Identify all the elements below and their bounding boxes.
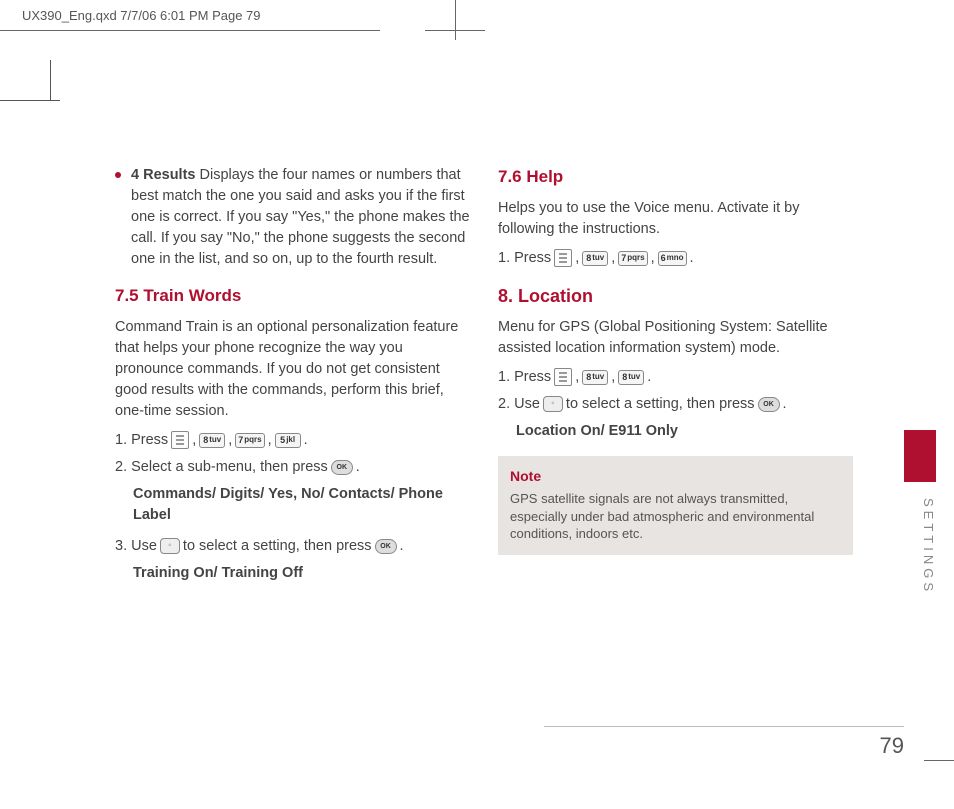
- step-text: .: [690, 248, 694, 269]
- key-5jkl-icon: jkl: [275, 433, 301, 448]
- key-8tuv-icon: tuv: [582, 251, 608, 266]
- crop-mark: [425, 30, 485, 31]
- key-8tuv-icon: tuv: [582, 370, 608, 385]
- step-8-2: 2. Use to select a setting, then press O…: [498, 394, 853, 415]
- key-6mno-icon: mno: [658, 251, 687, 266]
- section-tab-color: [904, 430, 936, 482]
- page-number: 79: [880, 733, 904, 759]
- step-text: ,: [611, 248, 615, 269]
- right-column: 7.6 Help Helps you to use the Voice menu…: [498, 165, 853, 594]
- step-text: ,: [611, 367, 615, 388]
- menu-key-icon: [554, 368, 572, 386]
- crop-mark: [50, 60, 51, 100]
- key-8tuv-icon: tuv: [199, 433, 225, 448]
- note-body: GPS satellite signals are not always tra…: [510, 490, 841, 543]
- step-text: 1. Press: [115, 430, 168, 451]
- bullet-title: 4 Results: [131, 167, 195, 183]
- step-text: ,: [268, 430, 272, 451]
- options-7-5-2: Commands/ Digits/ Yes, No/ Contacts/ Pho…: [133, 484, 470, 526]
- step-text: to select a setting, then press: [566, 394, 755, 415]
- step-text: 3. Use: [115, 536, 157, 557]
- menu-key-icon: [554, 249, 572, 267]
- step-text: 1. Press: [498, 367, 551, 388]
- step-7-5-3: 3. Use to select a setting, then press O…: [115, 536, 470, 557]
- heading-7-6: 7.6 Help: [498, 165, 853, 190]
- crop-mark: [0, 100, 60, 101]
- step-text: .: [356, 457, 360, 478]
- step-7-6-1: 1. Press , tuv , pqrs , mno .: [498, 248, 853, 269]
- para-8: Menu for GPS (Global Positioning System:…: [498, 317, 853, 359]
- step-text: .: [783, 394, 787, 415]
- step-text: ,: [651, 248, 655, 269]
- nav-key-icon: [160, 538, 180, 554]
- para-7-6: Helps you to use the Voice menu. Activat…: [498, 198, 853, 240]
- step-text: .: [647, 367, 651, 388]
- step-text: ,: [575, 367, 579, 388]
- para-7-5: Command Train is an optional personaliza…: [115, 317, 470, 422]
- crop-mark: [0, 30, 380, 31]
- step-text: 2. Select a sub-menu, then press: [115, 457, 328, 478]
- section-tab-label: SETTINGS: [904, 490, 936, 595]
- heading-7-5: 7.5 Train Words: [115, 284, 470, 309]
- step-text: .: [400, 536, 404, 557]
- print-slug: UX390_Eng.qxd 7/7/06 6:01 PM Page 79: [22, 8, 261, 23]
- key-7pqrs-icon: pqrs: [235, 433, 264, 448]
- ok-key-icon: OK: [375, 539, 397, 554]
- step-text: .: [304, 430, 308, 451]
- nav-key-icon: [543, 396, 563, 412]
- step-7-5-1: 1. Press , tuv , pqrs , jkl .: [115, 430, 470, 451]
- step-7-5-2: 2. Select a sub-menu, then press OK .: [115, 457, 470, 478]
- key-8tuv-icon: tuv: [618, 370, 644, 385]
- key-7pqrs-icon: pqrs: [618, 251, 647, 266]
- menu-key-icon: [171, 431, 189, 449]
- step-text: to select a setting, then press: [183, 536, 372, 557]
- page-number-rule: [544, 726, 904, 727]
- heading-8: 8. Location: [498, 283, 853, 309]
- bullet-icon: [115, 172, 121, 178]
- content-columns: 4 Results Displays the four names or num…: [115, 165, 885, 594]
- step-text: 2. Use: [498, 394, 540, 415]
- left-column: 4 Results Displays the four names or num…: [115, 165, 470, 594]
- step-text: ,: [228, 430, 232, 451]
- step-8-1: 1. Press , tuv , tuv .: [498, 367, 853, 388]
- step-text: 1. Press: [498, 248, 551, 269]
- ok-key-icon: OK: [331, 460, 353, 475]
- note-title: Note: [510, 466, 841, 486]
- step-text: ,: [192, 430, 196, 451]
- options-7-5-3: Training On/ Training Off: [133, 563, 470, 584]
- bullet-text: 4 Results Displays the four names or num…: [131, 165, 470, 270]
- ok-key-icon: OK: [758, 397, 780, 412]
- step-text: ,: [575, 248, 579, 269]
- bullet-4-results: 4 Results Displays the four names or num…: [115, 165, 470, 270]
- crop-mark: [924, 760, 954, 761]
- options-8: Location On/ E911 Only: [516, 421, 853, 442]
- note-box: Note GPS satellite signals are not alway…: [498, 456, 853, 555]
- crop-mark: [455, 0, 456, 40]
- page: UX390_Eng.qxd 7/7/06 6:01 PM Page 79 4 R…: [0, 0, 954, 809]
